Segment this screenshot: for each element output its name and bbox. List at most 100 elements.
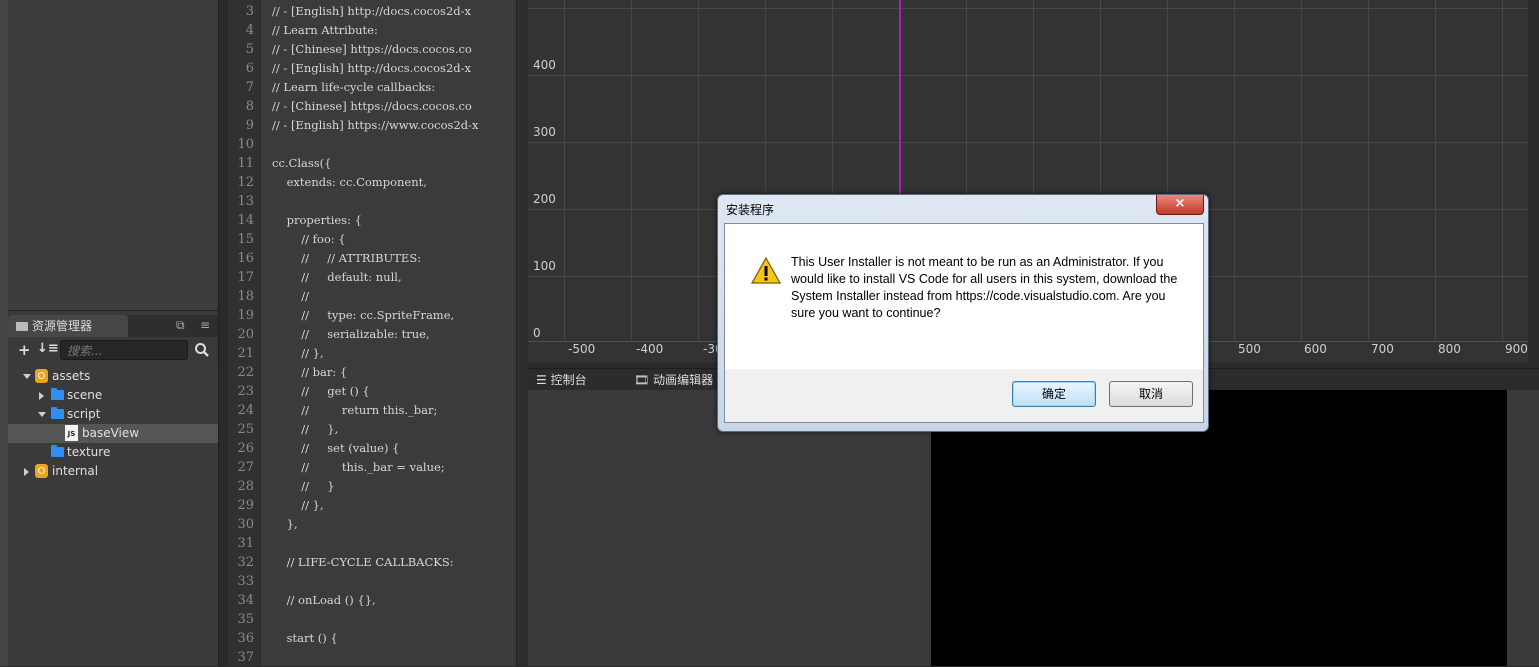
folder-icon bbox=[16, 322, 28, 331]
x-ruler-label: -500 bbox=[568, 342, 596, 356]
code-line: // bar: { bbox=[272, 365, 348, 379]
code-line: // }, bbox=[272, 346, 324, 360]
tree-item-label: texture bbox=[67, 445, 111, 459]
line-number: 22 bbox=[237, 365, 254, 380]
y-ruler-label: 200 bbox=[533, 192, 556, 206]
hierarchy-panel bbox=[8, 0, 218, 311]
line-number: 18 bbox=[237, 289, 254, 304]
code-line: // LIFE-CYCLE CALLBACKS: bbox=[272, 555, 454, 569]
line-number: 32 bbox=[237, 555, 254, 570]
line-number: 8 bbox=[245, 99, 254, 114]
code-line: start () { bbox=[272, 631, 338, 645]
x-ruler-label: -400 bbox=[636, 342, 664, 356]
cancel-button[interactable]: 取消 bbox=[1109, 381, 1193, 407]
js-file-icon: JS bbox=[65, 425, 78, 441]
assets-toolbar: + ↓≡ 搜索... bbox=[8, 337, 218, 365]
tree-item-assets[interactable]: assets bbox=[8, 367, 218, 386]
code-line: // type: cc.SpriteFrame, bbox=[272, 308, 455, 322]
line-number: 17 bbox=[237, 270, 254, 285]
line-number: 21 bbox=[237, 346, 254, 361]
code-line: // default: null, bbox=[272, 270, 402, 284]
line-number: 29 bbox=[237, 498, 254, 513]
x-ruler-label: 600 bbox=[1304, 342, 1327, 356]
code-line: // serializable: true, bbox=[272, 327, 430, 341]
grid-line bbox=[528, 142, 1539, 143]
scene-scrollbar[interactable] bbox=[1528, 0, 1539, 362]
grid-line bbox=[631, 0, 632, 342]
database-icon bbox=[35, 369, 48, 383]
line-number: 27 bbox=[237, 460, 254, 475]
line-number: 12 bbox=[237, 175, 254, 190]
close-button[interactable]: × bbox=[1156, 195, 1204, 215]
code-line: // - [English] https://www.cocos2d-x bbox=[272, 118, 479, 132]
folder-icon bbox=[51, 388, 64, 400]
tab-animation-label: 动画编辑器 bbox=[653, 373, 714, 387]
editor-scrollbar[interactable] bbox=[516, 0, 527, 666]
line-number: 35 bbox=[237, 612, 254, 627]
folder-icon bbox=[51, 445, 64, 457]
code-line: // Learn Attribute: bbox=[272, 23, 378, 37]
grid-line bbox=[1368, 0, 1369, 342]
restore-icon[interactable]: ⧉ bbox=[176, 318, 185, 333]
tab-assets[interactable]: 资源管理器 bbox=[8, 315, 128, 337]
tree-item-texture[interactable]: texture bbox=[8, 443, 218, 462]
database-icon bbox=[35, 464, 48, 478]
tree-item-internal[interactable]: internal bbox=[8, 462, 218, 481]
collapse-arrow-icon[interactable] bbox=[39, 392, 44, 400]
line-number: 26 bbox=[237, 441, 254, 456]
ok-button[interactable]: 确定 bbox=[1012, 381, 1096, 407]
line-number: 16 bbox=[237, 251, 254, 266]
code-line: // bbox=[272, 289, 309, 303]
line-number: 25 bbox=[237, 422, 254, 437]
y-ruler-label: 0 bbox=[533, 326, 541, 340]
grid-line bbox=[564, 0, 565, 342]
code-line: // }, bbox=[272, 498, 324, 512]
tree-item-label: script bbox=[67, 407, 101, 421]
grid-line bbox=[528, 75, 1539, 76]
installer-dialog: 安装程序 × This User Installer is not meant … bbox=[717, 194, 1209, 432]
tab-console[interactable]: ☰ 控制台 bbox=[536, 369, 587, 391]
grid-line bbox=[528, 8, 1539, 9]
grid-line bbox=[1435, 0, 1436, 342]
line-number: 24 bbox=[237, 403, 254, 418]
y-ruler-label: 100 bbox=[533, 259, 556, 273]
code-line: // } bbox=[272, 479, 335, 493]
x-ruler-label: 800 bbox=[1438, 342, 1461, 356]
tree-item-baseview[interactable]: JS baseView bbox=[8, 424, 218, 443]
code-line: // return this._bar; bbox=[272, 403, 438, 417]
search-icon[interactable] bbox=[194, 341, 210, 359]
line-number: 15 bbox=[237, 232, 254, 247]
grid-line bbox=[1301, 0, 1302, 342]
code-line: extends: cc.Component, bbox=[272, 175, 427, 189]
tab-console-label: 控制台 bbox=[550, 373, 587, 387]
tab-animation-editor[interactable]: 🎞 动画编辑器 bbox=[634, 369, 713, 391]
expand-arrow-icon[interactable] bbox=[23, 374, 31, 379]
dialog-title: 安装程序 bbox=[726, 203, 775, 217]
code-editor[interactable]: 3 4 5 6 7 8 9 10 11 12 13 14 15 16 17 18 19 20 21 22 23 24 25 2… bbox=[228, 0, 516, 666]
menu-icon[interactable]: ≡ bbox=[200, 318, 210, 332]
line-number: 7 bbox=[245, 80, 254, 95]
y-ruler-label: 300 bbox=[533, 125, 556, 139]
search-input[interactable]: 搜索... bbox=[60, 340, 188, 360]
line-number: 4 bbox=[245, 23, 254, 38]
code-line: cc.Class({ bbox=[272, 156, 332, 170]
code-line: // Learn life-cycle callbacks: bbox=[272, 80, 436, 94]
dialog-body: This User Installer is not meant to be r… bbox=[724, 223, 1204, 371]
x-ruler-label: 500 bbox=[1238, 342, 1261, 356]
code-line: // // ATTRIBUTES: bbox=[272, 251, 422, 265]
line-number: 30 bbox=[237, 517, 254, 532]
line-number: 10 bbox=[237, 137, 254, 152]
code-line: // - [Chinese] https://docs.cocos.co bbox=[272, 99, 472, 113]
expand-arrow-icon[interactable] bbox=[38, 412, 46, 417]
line-number: 23 bbox=[237, 384, 254, 399]
code-line: // onLoad () {}, bbox=[272, 593, 376, 607]
tree-item-script[interactable]: script bbox=[8, 405, 218, 424]
dialog-message: This User Installer is not meant to be r… bbox=[791, 255, 1178, 320]
tree-item-scene[interactable]: scene bbox=[8, 386, 218, 405]
add-icon[interactable]: + bbox=[18, 341, 31, 359]
line-number: 5 bbox=[245, 42, 254, 57]
collapse-arrow-icon[interactable] bbox=[24, 468, 29, 476]
line-number: 20 bbox=[237, 327, 254, 342]
sort-icon[interactable]: ↓≡ bbox=[37, 341, 59, 356]
tree-item-label: internal bbox=[52, 464, 99, 478]
